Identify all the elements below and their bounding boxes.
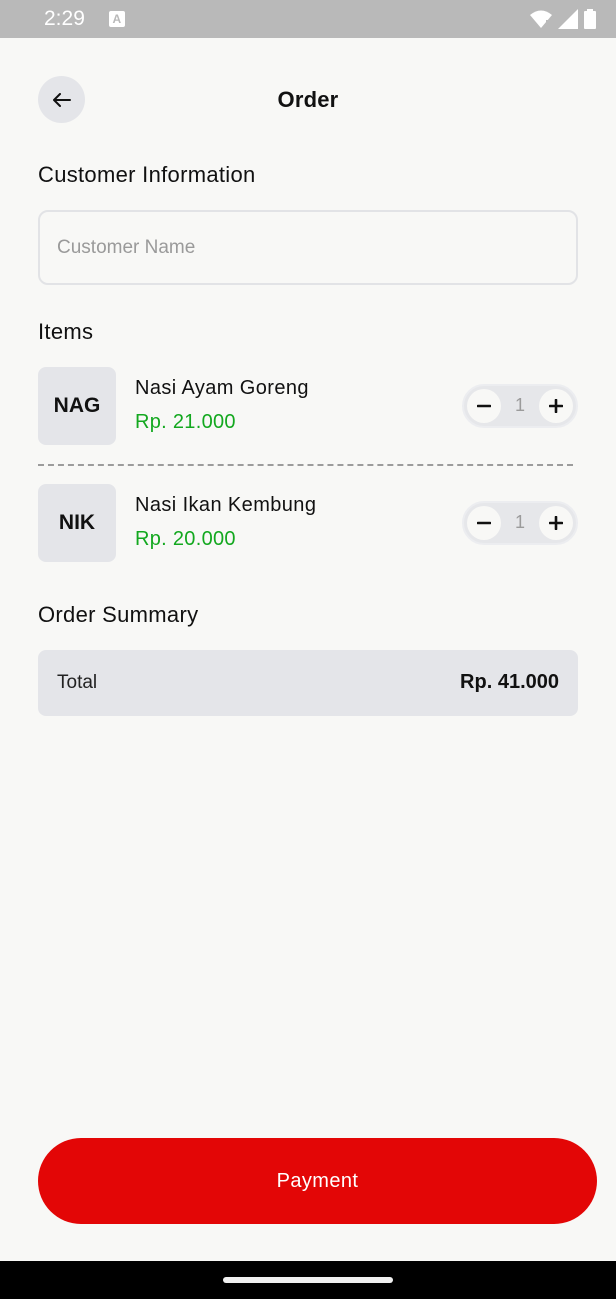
payment-button[interactable]: Payment <box>38 1138 597 1224</box>
wifi-icon <box>530 10 552 28</box>
quantity-stepper: 1 <box>462 384 578 428</box>
item-avatar: NIK <box>38 484 116 562</box>
item-price: Rp. 20.000 <box>135 528 236 550</box>
order-total-row: Total Rp. 41.000 <box>38 650 578 716</box>
increase-button[interactable] <box>539 506 573 540</box>
page-title: Order <box>277 87 339 112</box>
items-heading: Items <box>38 319 94 344</box>
status-bar: 2:29 A <box>0 0 616 38</box>
customer-info-heading: Customer Information <box>38 162 256 187</box>
total-value: Rp. 41.000 <box>460 671 559 693</box>
customer-name-field[interactable] <box>38 210 578 285</box>
item-name: Nasi Ayam Goreng <box>135 377 309 399</box>
status-icons <box>530 9 596 29</box>
list-item: NAG Nasi Ayam Goreng Rp. 21.000 1 <box>38 367 578 445</box>
home-handle[interactable] <box>223 1277 393 1283</box>
plus-icon <box>549 399 563 413</box>
notification-icon: A <box>108 11 125 27</box>
battery-icon <box>584 9 596 29</box>
total-label: Total <box>57 672 98 693</box>
navigation-bar <box>0 1261 616 1299</box>
customer-name-input[interactable] <box>40 212 576 283</box>
increase-button[interactable] <box>539 389 573 423</box>
list-item: NIK Nasi Ikan Kembung Rp. 20.000 1 <box>38 484 578 562</box>
plus-icon <box>549 516 563 530</box>
status-time: 2:29 <box>44 7 85 30</box>
item-avatar: NAG <box>38 367 116 445</box>
item-price: Rp. 21.000 <box>135 411 236 433</box>
item-divider <box>38 464 573 466</box>
item-name: Nasi Ikan Kembung <box>135 494 317 516</box>
order-summary-heading: Order Summary <box>38 602 199 627</box>
quantity-stepper: 1 <box>462 501 578 545</box>
signal-icon <box>558 9 578 29</box>
order-screen: Order Customer Information Items NAG Nas… <box>0 38 616 1261</box>
